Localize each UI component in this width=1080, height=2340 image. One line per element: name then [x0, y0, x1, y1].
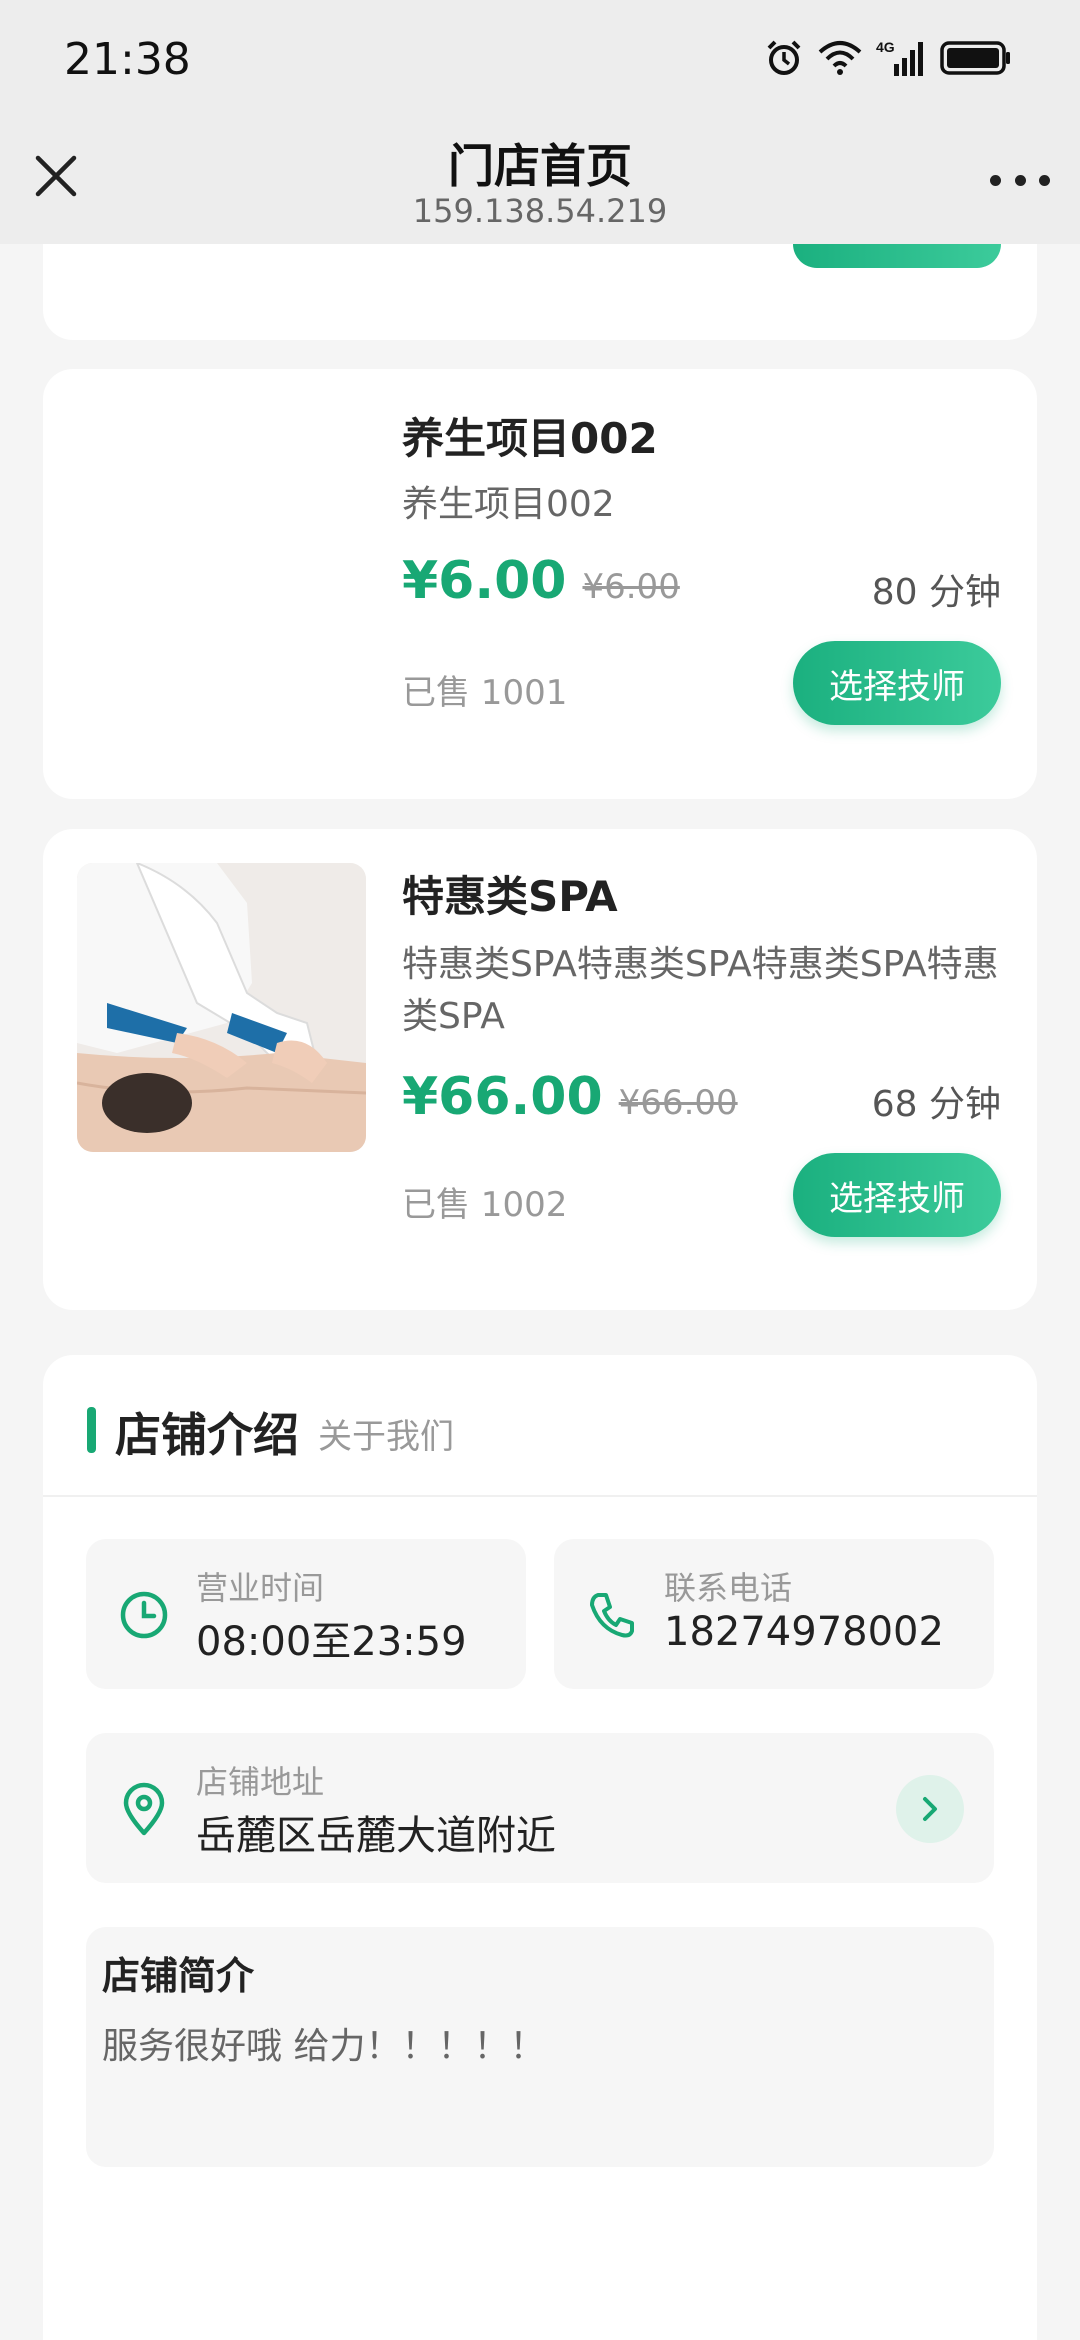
store-intro-box: 店铺简介 服务很好哦 给力！！！！！: [86, 1927, 994, 2167]
store-info-card: 店铺介绍 关于我们 营业时间 08:00至23:59 联系电话 18274978…: [43, 1355, 1037, 2340]
section-divider: [43, 1495, 1037, 1497]
service-name: 养生项目002: [402, 414, 658, 463]
service-duration: 68 分钟: [871, 1084, 1001, 1125]
select-technician-button[interactable]: 选择技师: [793, 641, 1001, 725]
service-image: [77, 863, 366, 1152]
section-accent-bar: [87, 1407, 96, 1453]
page-title: 门店首页: [448, 139, 632, 193]
phone-icon: [590, 1593, 634, 1638]
chevron-right-icon: [923, 1797, 937, 1821]
sold-count: 已售 1002: [402, 1185, 568, 1225]
address-value: 岳麓区岳麓大道附近: [196, 1813, 556, 1859]
current-price: ¥6.00: [402, 551, 567, 611]
phone-label: 联系电话: [664, 1569, 793, 1607]
sold-count: 已售 1001: [402, 673, 568, 713]
status-bar: 21:38 4G: [0, 0, 1080, 120]
hours-label: 营业时间: [196, 1569, 325, 1607]
intro-text: 服务很好哦 给力！！！！！: [102, 2026, 546, 2067]
cellular-signal-icon: 4G: [876, 39, 923, 76]
status-time: 21:38: [64, 34, 191, 85]
location-pin-icon: [123, 1782, 165, 1836]
service-description: 特惠类SPA特惠类SPA特惠类SPA特惠类SPA: [402, 944, 999, 1037]
status-icons: 4G: [764, 38, 1012, 78]
service-duration: 80 分钟: [871, 572, 1001, 613]
select-technician-button-partial[interactable]: [793, 244, 1001, 268]
address-label: 店铺地址: [196, 1763, 325, 1801]
service-name: 特惠类SPA: [402, 872, 618, 921]
clock-icon: [120, 1591, 168, 1639]
service-card[interactable]: 特惠类SPA 特惠类SPA特惠类SPA特惠类SPA特惠类SPA ¥66.00 ¥6…: [43, 829, 1037, 1310]
original-price: ¥66.00: [618, 1083, 738, 1123]
store-address-box[interactable]: 店铺地址 岳麓区岳麓大道附近: [86, 1733, 994, 1883]
hours-value: 08:00至23:59: [196, 1619, 467, 1665]
network-type-label: 4G: [876, 39, 895, 55]
intro-title: 店铺简介: [102, 1954, 255, 1998]
service-card[interactable]: 养生项目002 养生项目002 ¥6.00 ¥6.00 80 分钟 已售 1001…: [43, 369, 1037, 799]
select-technician-button[interactable]: 选择技师: [793, 1153, 1001, 1237]
section-title: 店铺介绍: [115, 1408, 299, 1462]
address-navigate-button[interactable]: [896, 1775, 964, 1843]
current-price: ¥66.00: [402, 1067, 603, 1127]
page-subtitle: 159.138.54.219: [412, 192, 668, 230]
service-price: ¥66.00 ¥66.00: [402, 1067, 738, 1127]
section-subtitle: 关于我们: [318, 1417, 454, 1457]
service-card-partial: [43, 244, 1037, 340]
business-hours-box: 营业时间 08:00至23:59: [86, 1539, 526, 1689]
wifi-icon: [818, 41, 862, 75]
original-price: ¥6.00: [582, 567, 680, 607]
service-description: 养生项目002: [402, 484, 615, 525]
service-price: ¥6.00 ¥6.00: [402, 551, 680, 611]
more-options-icon[interactable]: [990, 170, 1050, 190]
contact-phone-box[interactable]: 联系电话 18274978002: [554, 1539, 994, 1689]
alarm-icon: [767, 40, 801, 75]
title-bar: 门店首页 159.138.54.219: [0, 120, 1080, 244]
phone-value: 18274978002: [664, 1609, 944, 1655]
battery-icon: [940, 41, 1010, 75]
